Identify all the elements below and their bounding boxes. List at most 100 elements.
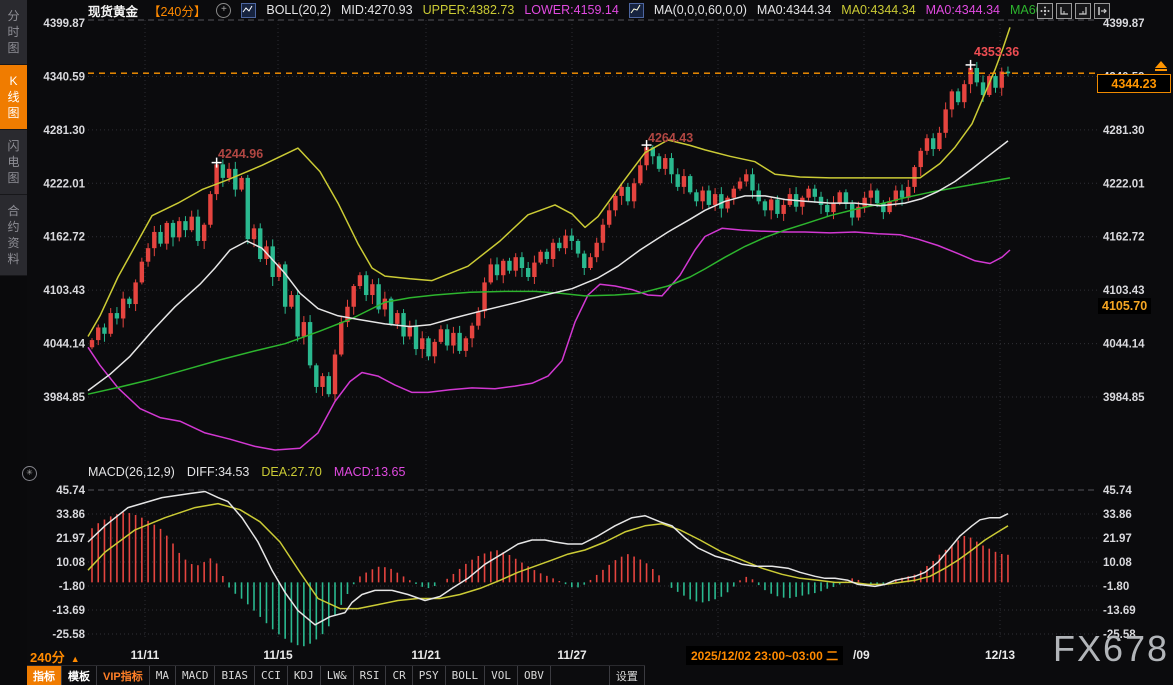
toolbar-button-LW&[interactable]: LW& xyxy=(321,666,354,685)
candle-down xyxy=(582,254,586,268)
toolbar-button-VOL[interactable]: VOL xyxy=(485,666,518,685)
toolbar-button-CR[interactable]: CR xyxy=(386,666,412,685)
candle-down xyxy=(246,178,250,239)
indicator-toolbar: 指标模板VIP指标MAMACDBIASCCIKDJLW&RSICRPSYBOLL… xyxy=(27,665,645,685)
candle-down xyxy=(657,156,661,169)
candle-down xyxy=(314,365,318,387)
candle-up xyxy=(514,257,518,271)
candle-up xyxy=(887,201,891,212)
candle-up xyxy=(140,262,144,283)
candle-up xyxy=(121,299,125,319)
candle-down xyxy=(719,194,723,208)
price-axis-label-left: 4340.59 xyxy=(43,71,85,83)
sidebar-tab-K线图[interactable]: K线图 xyxy=(0,65,27,130)
sidebar-tab-合约资料[interactable]: 合约资料 xyxy=(0,195,27,276)
toolbar-button-指标[interactable]: 指标 xyxy=(27,666,62,685)
toolbar-button-BIAS[interactable]: BIAS xyxy=(215,666,255,685)
boll-lower-line xyxy=(88,228,1010,450)
toolbar-button-KDJ[interactable]: KDJ xyxy=(288,666,321,685)
toolbar-button-VIP指标[interactable]: VIP指标 xyxy=(97,666,150,685)
toolbar-button-BOLL[interactable]: BOLL xyxy=(446,666,486,685)
candle-up xyxy=(950,91,954,109)
toolbar-button-MA[interactable]: MA xyxy=(150,666,176,685)
candle-up xyxy=(370,284,374,295)
candle-up xyxy=(943,109,947,132)
candle-up xyxy=(613,196,617,210)
candle-down xyxy=(813,189,817,197)
toolbar-button-OBV[interactable]: OBV xyxy=(518,666,551,685)
caret-up-icon: ▲ xyxy=(71,654,80,664)
candle-up xyxy=(189,217,193,231)
x-axis-label: 11/11 xyxy=(131,648,160,662)
macd-axis-label-left: -13.69 xyxy=(52,605,85,617)
x-axis-label: 11/21 xyxy=(411,648,440,662)
candle-up xyxy=(744,174,748,181)
chart-canvas[interactable]: 4399.874399.874340.594340.594281.304281.… xyxy=(0,0,1173,685)
candle-up xyxy=(165,223,169,244)
sidebar-tab-分时图[interactable]: 分时图 xyxy=(0,0,27,65)
candle-up xyxy=(595,243,599,257)
toolbar-button-MACD[interactable]: MACD xyxy=(176,666,216,685)
candle-up xyxy=(302,322,306,336)
ma-label: MA(0,0,0,60,0,0) xyxy=(654,3,747,17)
candle-up xyxy=(239,178,243,190)
candle-up xyxy=(352,286,356,307)
candle-down xyxy=(975,68,979,82)
candle-up xyxy=(489,264,493,282)
ma-indicator-icon[interactable] xyxy=(629,3,644,18)
x-axis-label: 11/27 xyxy=(557,648,586,662)
candle-up xyxy=(96,327,100,340)
boll-indicator-icon[interactable] xyxy=(241,3,256,18)
macd-axis-label-left: -25.58 xyxy=(52,629,85,641)
x-axis-label-partial: /09 xyxy=(853,648,870,662)
boll-upper-value: UPPER:4382.73 xyxy=(423,3,515,17)
candle-up xyxy=(806,189,810,198)
candle-up xyxy=(700,190,704,201)
axis-scale-left-icon[interactable] xyxy=(1056,3,1072,19)
toolbar-button-模板[interactable]: 模板 xyxy=(62,666,97,685)
candle-down xyxy=(570,236,574,241)
candle-up xyxy=(146,248,150,262)
add-indicator-icon[interactable]: + xyxy=(216,3,231,18)
price-up-arrow-icon xyxy=(1155,61,1167,71)
toolbar-button-RSI[interactable]: RSI xyxy=(354,666,387,685)
candle-down xyxy=(707,190,711,204)
gear-icon[interactable]: ✳ xyxy=(22,466,37,481)
candle-up xyxy=(289,295,293,307)
candle-up xyxy=(252,228,256,239)
macd-axis-label-right: 10.08 xyxy=(1103,557,1132,569)
interval-selector[interactable]: 240分 ▲ xyxy=(30,647,80,666)
candle-up xyxy=(177,221,181,237)
candle-down xyxy=(545,252,549,259)
candle-up xyxy=(781,205,785,214)
candle-down xyxy=(401,313,405,336)
crosshair-icon[interactable] xyxy=(1037,3,1053,19)
candle-up xyxy=(476,311,480,325)
candle-up xyxy=(133,282,137,304)
collapse-pane-icon[interactable] xyxy=(1094,3,1110,19)
candle-up xyxy=(108,313,112,334)
candle-up xyxy=(632,183,636,201)
ma0-value-white: MA0:4344.34 xyxy=(757,3,831,17)
candle-down xyxy=(495,264,499,275)
axis-price-marker: 4105.70 xyxy=(1098,298,1151,314)
candle-down xyxy=(694,192,698,201)
interval-selector-label: 240分 xyxy=(30,650,65,665)
candle-up xyxy=(725,198,729,209)
candle-down xyxy=(327,376,331,394)
macd-axis-label-right: 21.97 xyxy=(1103,533,1132,545)
candle-down xyxy=(576,241,580,254)
axis-scale-right-icon[interactable] xyxy=(1075,3,1091,19)
candle-up xyxy=(862,198,866,207)
toolbar-button-PSY[interactable]: PSY xyxy=(413,666,446,685)
candle-up xyxy=(607,210,611,224)
candle-down xyxy=(183,221,187,230)
candle-up xyxy=(464,338,468,351)
candle-up xyxy=(663,158,667,169)
sidebar-tab-闪电图[interactable]: 闪电图 xyxy=(0,130,27,195)
candle-up xyxy=(800,198,804,207)
toolbar-button-设置[interactable]: 设置 xyxy=(609,666,645,685)
toolbar-button-CCI[interactable]: CCI xyxy=(255,666,288,685)
macd-axis-label-left: 21.97 xyxy=(56,533,85,545)
candle-down xyxy=(233,169,237,190)
